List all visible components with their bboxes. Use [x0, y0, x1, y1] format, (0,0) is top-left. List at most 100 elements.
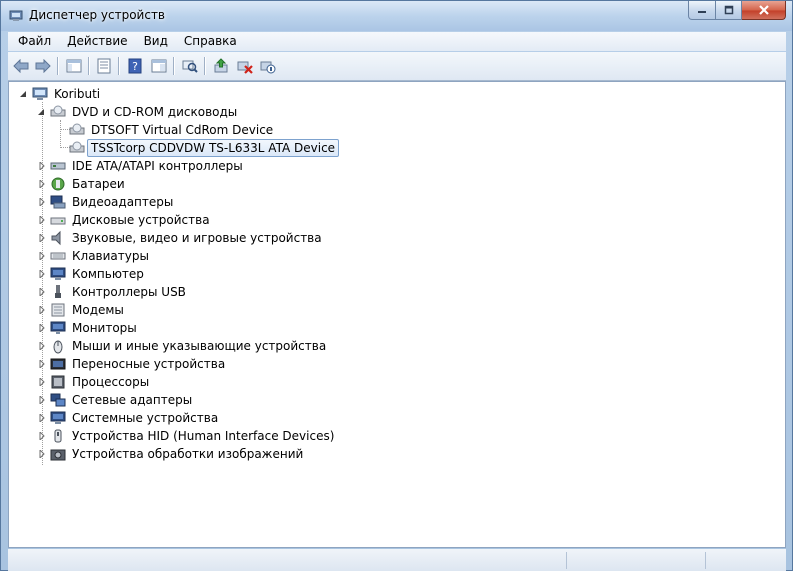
- toolbar: ?: [8, 52, 786, 81]
- tree-item-label: Переносные устройства: [72, 357, 226, 371]
- title-bar[interactable]: Диспетчер устройств: [1, 1, 792, 31]
- tree-item-system[interactable]: Системные устройства: [9, 409, 779, 427]
- tree-item-dvd[interactable]: DVD и CD-ROM дисководы: [9, 103, 779, 121]
- expand-triangle-icon[interactable]: [38, 450, 46, 458]
- expand-triangle-icon[interactable]: [38, 288, 46, 296]
- disk-drive-icon: [50, 217, 66, 225]
- close-icon: [758, 5, 769, 15]
- toolbar-separator: [173, 57, 175, 75]
- expand-triangle-icon[interactable]: [38, 270, 46, 278]
- expand-triangle-icon[interactable]: [38, 180, 46, 188]
- tree-item-label: Видеоадаптеры: [72, 195, 174, 209]
- tree-item-label: Устройства обработки изображений: [72, 447, 304, 461]
- tree-item-imaging[interactable]: Устройства обработки изображений: [9, 445, 779, 463]
- menu-help[interactable]: Справка: [174, 32, 243, 51]
- expand-triangle-icon[interactable]: [38, 162, 46, 170]
- action-pane-button[interactable]: [149, 56, 169, 76]
- dvd-drive-icon: [69, 141, 85, 153]
- toolbar-separator: [118, 57, 120, 75]
- tree-item-sound[interactable]: Звуковые, видео и игровые устройства: [9, 229, 779, 247]
- expand-triangle-icon[interactable]: [38, 216, 46, 224]
- tree-item-modems[interactable]: Модемы: [9, 301, 779, 319]
- hid-device-icon: [54, 429, 62, 443]
- tree-item-label: Контроллеры USB: [72, 285, 186, 299]
- tree-item-monitors[interactable]: Мониторы: [9, 319, 779, 337]
- update-driver-button[interactable]: [211, 56, 231, 76]
- maximize-button[interactable]: [716, 1, 742, 20]
- help-button[interactable]: ?: [125, 56, 145, 76]
- dvd-drive-icon: [69, 123, 85, 135]
- expand-triangle-icon[interactable]: [38, 342, 46, 350]
- properties-icon: [97, 58, 111, 74]
- network-adapter-icon: [50, 393, 66, 407]
- menu-bar: Файл Действие Вид Справка: [8, 32, 786, 51]
- tree-item-label: Дисковые устройства: [72, 213, 210, 227]
- expand-triangle-icon[interactable]: [38, 306, 46, 314]
- show-hide-tree-button[interactable]: [64, 56, 84, 76]
- menu-action[interactable]: Действие: [57, 32, 133, 51]
- tree-item-label: Батареи: [72, 177, 125, 191]
- tree-item-computer[interactable]: Компьютер: [9, 265, 779, 283]
- tree-item-keyboards[interactable]: Клавиатуры: [9, 247, 779, 265]
- mouse-icon: [53, 340, 63, 354]
- device-label: DTSOFT Virtual CdRom Device: [91, 123, 274, 137]
- expand-triangle-icon[interactable]: [38, 396, 46, 404]
- tree-item-mice[interactable]: Мыши и иные указывающие устройства: [9, 337, 779, 355]
- computer-icon: [32, 87, 48, 100]
- menu-view[interactable]: Вид: [134, 32, 174, 51]
- expand-triangle-icon[interactable]: [38, 324, 46, 332]
- tree-item-ide[interactable]: IDE ATA/ATAPI контроллеры: [9, 157, 779, 175]
- device-manager-icon: [9, 10, 23, 21]
- action-pane-icon: [151, 59, 167, 73]
- expand-triangle-icon[interactable]: [38, 360, 46, 368]
- tree-item-processors[interactable]: Процессоры: [9, 373, 779, 391]
- tree-item-batteries[interactable]: Батареи: [9, 175, 779, 193]
- tree-item-portable[interactable]: Переносные устройства: [9, 355, 779, 373]
- window-title: Диспетчер устройств: [29, 8, 166, 22]
- uninstall-button[interactable]: [235, 56, 255, 76]
- minimize-button[interactable]: [688, 1, 716, 20]
- update-driver-icon: [214, 58, 228, 73]
- expand-triangle-icon[interactable]: [38, 414, 46, 422]
- properties-button[interactable]: [94, 56, 114, 76]
- tree-item-disks[interactable]: Дисковые устройства: [9, 211, 779, 229]
- expand-triangle-icon[interactable]: [38, 378, 46, 386]
- disable-device-button[interactable]: [258, 56, 278, 76]
- svg-text:?: ?: [132, 60, 138, 73]
- scan-hardware-button[interactable]: [180, 56, 200, 76]
- caption-buttons: [688, 1, 786, 21]
- maximize-icon: [724, 5, 733, 15]
- tree-root[interactable]: Koributi: [9, 85, 779, 103]
- monitor-icon: [50, 321, 66, 334]
- expand-triangle-icon[interactable]: [38, 234, 46, 242]
- collapse-triangle-icon[interactable]: [37, 108, 45, 116]
- keyboard-icon: [50, 252, 66, 260]
- system-device-icon: [50, 411, 66, 424]
- ide-controller-icon: [50, 162, 66, 170]
- tree-item-network[interactable]: Сетевые адаптеры: [9, 391, 779, 409]
- tree-item-label: Клавиатуры: [72, 249, 149, 263]
- tree-item-label: Компьютер: [72, 267, 144, 281]
- show-hide-tree-icon: [66, 59, 82, 73]
- tree-item-label: Устройства HID (Human Interface Devices): [72, 429, 335, 443]
- tree-item-hid[interactable]: Устройства HID (Human Interface Devices): [9, 427, 779, 445]
- device-tsstcorp[interactable]: TSSTcorp CDDVDW TS-L633L ATA Device: [9, 139, 779, 157]
- portable-device-icon: [50, 358, 66, 370]
- forward-button[interactable]: [33, 56, 53, 76]
- status-bar: [8, 549, 786, 571]
- device-dtsoft[interactable]: DTSOFT Virtual CdRom Device: [9, 121, 779, 139]
- close-button[interactable]: [742, 1, 786, 20]
- expand-triangle-icon[interactable]: [38, 198, 46, 206]
- computer-icon: [50, 267, 66, 280]
- device-tree[interactable]: Koributi DVD и CD-ROM дисководы DTSOFT V…: [8, 81, 786, 548]
- collapse-triangle-icon[interactable]: [19, 90, 27, 98]
- back-button[interactable]: [11, 56, 31, 76]
- video-adapter-icon: [50, 195, 66, 209]
- expand-triangle-icon[interactable]: [38, 252, 46, 260]
- modem-icon: [51, 303, 65, 317]
- expand-triangle-icon[interactable]: [38, 432, 46, 440]
- menu-file[interactable]: Файл: [8, 32, 57, 51]
- tree-item-label: Модемы: [72, 303, 124, 317]
- tree-item-video[interactable]: Видеоадаптеры: [9, 193, 779, 211]
- tree-item-usb[interactable]: Контроллеры USB: [9, 283, 779, 301]
